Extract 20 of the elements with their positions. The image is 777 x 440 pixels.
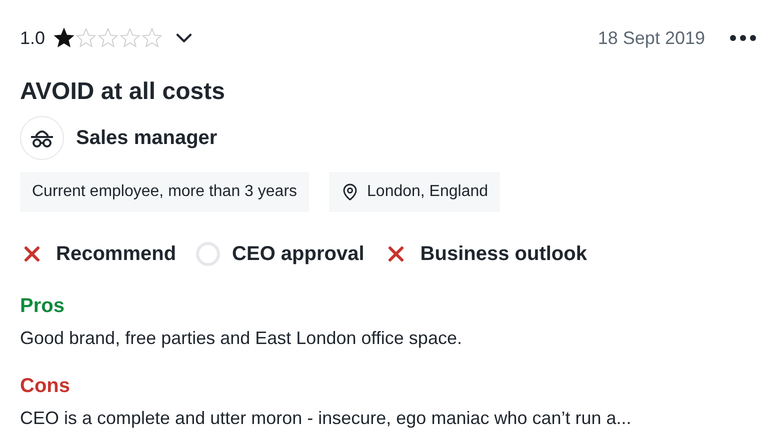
pros-text: Good brand, free parties and East London office space. — [20, 327, 463, 350]
star-icon — [53, 27, 76, 49]
review-date: 18 Sept 2019 — [598, 27, 705, 50]
rating-value: 1.0 — [20, 27, 46, 50]
pros-heading: Pros — [20, 294, 66, 319]
star-icon — [75, 27, 98, 49]
review-title: AVOID at all costs — [20, 77, 226, 107]
star-icon — [119, 27, 142, 49]
location-pin-icon — [341, 183, 360, 201]
tag-label: Current employee, more than 3 years — [32, 182, 298, 202]
more-options-icon[interactable] — [729, 34, 757, 42]
job-title: Sales manager — [76, 126, 218, 151]
star-icon — [141, 27, 164, 49]
cons-text: CEO is a complete and utter moron - insecure, ego maniac who can’t run a... — [20, 407, 632, 430]
star-icon — [97, 27, 120, 49]
rating-label: Business outlook — [420, 242, 587, 267]
cons-heading: Cons — [20, 374, 71, 399]
rating-label: Recommend — [56, 242, 176, 267]
rating-label: CEO approval — [232, 242, 364, 267]
tag-label: London, England — [367, 182, 488, 202]
